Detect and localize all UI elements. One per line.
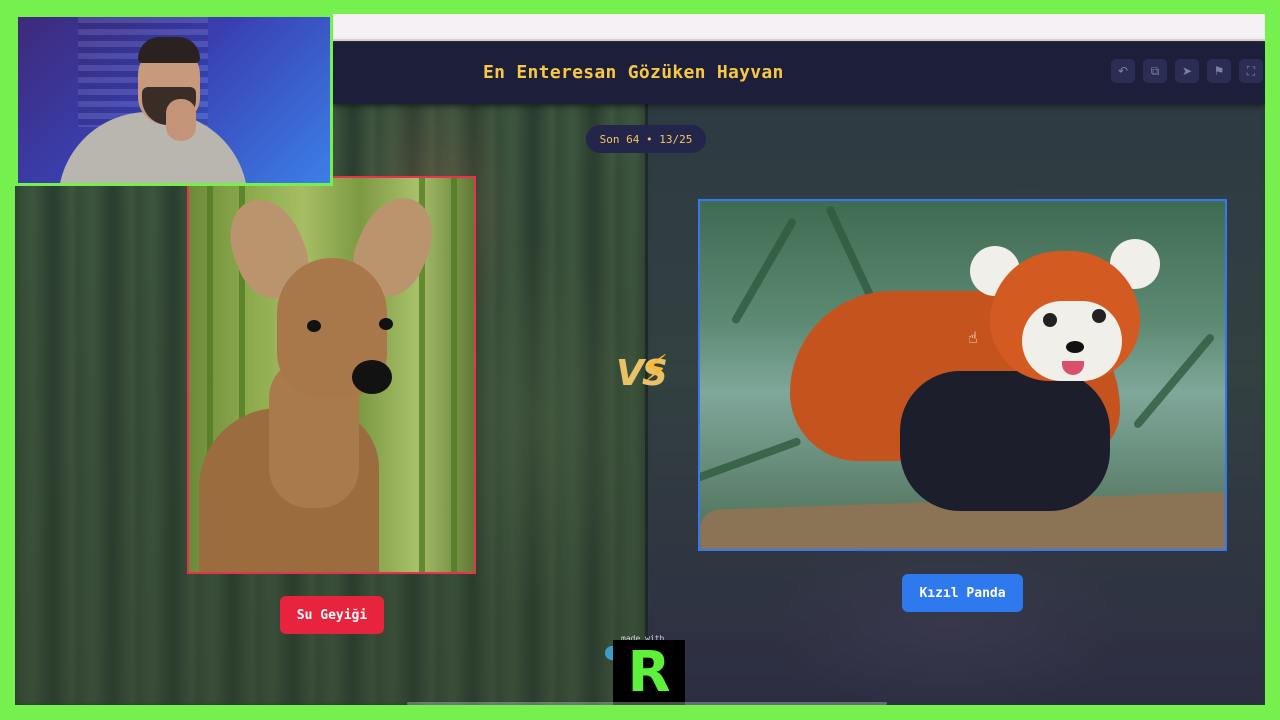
right-option-button[interactable]: Kızıl Panda <box>902 574 1023 612</box>
panda-nose <box>1066 341 1084 353</box>
copy-icon[interactable]: ⧉ <box>1143 59 1167 83</box>
streamer-hand <box>166 99 196 141</box>
header-actions: ↶ ⧉ ➤ ⚑ ⛶ <box>1111 59 1263 83</box>
fern-leaf <box>1132 332 1216 430</box>
lightning-icon: ⚡ <box>642 347 669 391</box>
deer-eye <box>307 320 321 332</box>
left-option-button[interactable]: Su Geyiği <box>280 596 384 634</box>
share-icon[interactable]: ➤ <box>1175 59 1199 83</box>
streamer-hair <box>138 37 200 63</box>
deer-eye <box>379 318 393 330</box>
logo-letter: R <box>627 640 671 705</box>
webcam-overlay <box>15 14 333 186</box>
flag-icon[interactable]: ⚑ <box>1207 59 1231 83</box>
right-option-image[interactable] <box>698 199 1227 551</box>
undo-icon[interactable]: ↶ <box>1111 59 1135 83</box>
panda-eye <box>1043 313 1057 327</box>
channel-logo: R <box>613 640 685 705</box>
center-divider <box>645 104 648 705</box>
left-option-image[interactable] <box>187 176 476 574</box>
app-header: En Enteresan Gözüken Hayvan ↶ ⧉ ➤ ⚑ ⛶ <box>333 42 1265 104</box>
fullscreen-icon[interactable]: ⛶ <box>1239 59 1263 83</box>
round-badge: Son 64 • 13/25 <box>586 125 706 153</box>
horizontal-scrollbar[interactable] <box>407 702 887 705</box>
hand-cursor-icon: ☝ <box>968 328 978 347</box>
deer-nose <box>352 360 392 394</box>
grass-blade <box>451 178 457 572</box>
vs-badge: VS ⚡ <box>616 347 678 401</box>
stream-frame: En Enteresan Gözüken Hayvan ↶ ⧉ ➤ ⚑ ⛶ So… <box>15 14 1265 705</box>
fern-leaf <box>700 436 802 486</box>
page-title: En Enteresan Gözüken Hayvan <box>483 62 784 83</box>
panda-eye <box>1092 309 1106 323</box>
fern-leaf <box>730 217 798 325</box>
panda-belly <box>900 371 1110 511</box>
browser-tab-strip <box>333 14 1265 41</box>
